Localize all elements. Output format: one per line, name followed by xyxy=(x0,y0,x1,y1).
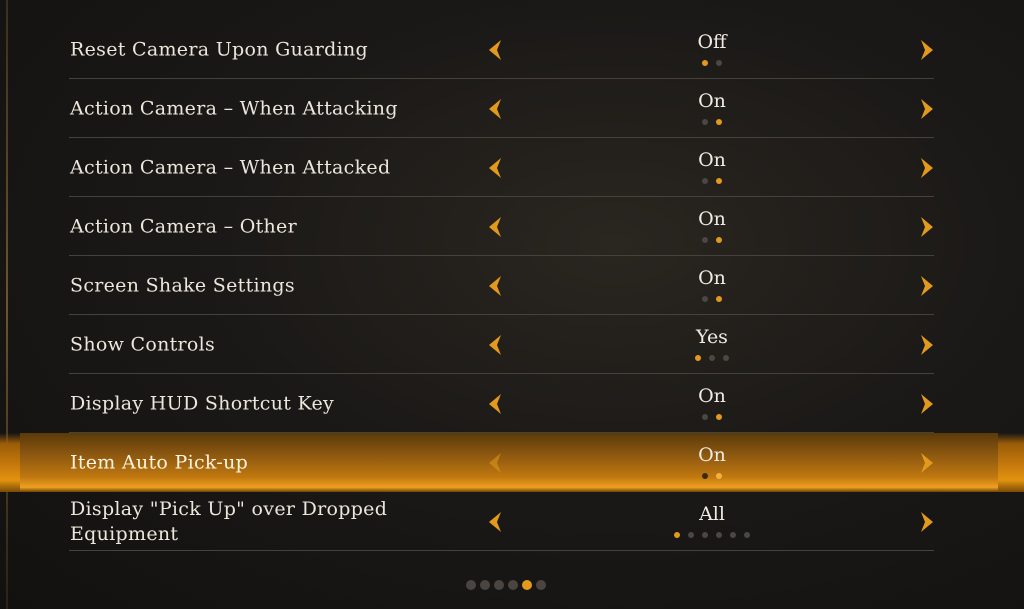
option-dots xyxy=(612,178,812,184)
setting-row[interactable]: Item Auto Pick-up On xyxy=(0,433,1024,492)
setting-value-selector: On xyxy=(612,443,812,479)
setting-row[interactable]: Action Camera – When Attacking On xyxy=(0,79,1024,138)
setting-value: Yes xyxy=(696,326,728,348)
option-dots xyxy=(612,60,812,66)
chevron-left-icon[interactable] xyxy=(486,38,506,62)
page-dot[interactable] xyxy=(466,580,476,590)
setting-value: On xyxy=(698,208,726,230)
page-indicator xyxy=(466,580,546,590)
setting-value: All xyxy=(699,503,725,525)
option-dot xyxy=(730,532,736,538)
chevron-right-icon[interactable] xyxy=(916,451,936,475)
setting-row[interactable]: Reset Camera Upon Guarding Off xyxy=(0,20,1024,79)
option-dot xyxy=(744,532,750,538)
setting-value-selector: Off xyxy=(612,30,812,66)
setting-label: Action Camera – When Attacking xyxy=(70,97,398,119)
page-dot[interactable] xyxy=(536,580,546,590)
option-dot xyxy=(716,473,722,479)
option-dots xyxy=(612,119,812,125)
option-dots xyxy=(612,414,812,420)
setting-label: Show Controls xyxy=(70,333,216,355)
option-dot xyxy=(702,237,708,243)
setting-value-selector: Yes xyxy=(612,325,812,361)
setting-label: Item Auto Pick-up xyxy=(70,451,249,473)
setting-label: Display "Pick Up" over Dropped Equipment xyxy=(70,497,388,545)
setting-value: On xyxy=(698,444,726,466)
chevron-right-icon[interactable] xyxy=(916,156,936,180)
option-dots xyxy=(612,532,812,538)
chevron-left-icon[interactable] xyxy=(486,333,506,357)
option-dot xyxy=(716,532,722,538)
setting-value-selector: On xyxy=(612,89,812,125)
option-dots xyxy=(612,355,812,361)
setting-label: Screen Shake Settings xyxy=(70,274,295,296)
chevron-right-icon[interactable] xyxy=(916,510,936,534)
option-dots xyxy=(612,296,812,302)
option-dot xyxy=(688,532,694,538)
setting-label: Action Camera – When Attacked xyxy=(70,156,391,178)
option-dot xyxy=(716,237,722,243)
chevron-right-icon[interactable] xyxy=(916,38,936,62)
setting-row[interactable]: Display "Pick Up" over Dropped Equipment… xyxy=(0,492,1024,551)
setting-row[interactable]: Display HUD Shortcut Key On xyxy=(0,374,1024,433)
option-dot xyxy=(702,532,708,538)
option-dot xyxy=(702,178,708,184)
option-dot xyxy=(702,296,708,302)
option-dot xyxy=(674,532,680,538)
option-dot xyxy=(709,355,715,361)
setting-row[interactable]: Screen Shake Settings On xyxy=(0,256,1024,315)
chevron-right-icon[interactable] xyxy=(916,392,936,416)
setting-row[interactable]: Action Camera – Other On xyxy=(0,197,1024,256)
chevron-right-icon[interactable] xyxy=(916,215,936,239)
chevron-left-icon[interactable] xyxy=(486,156,506,180)
option-dot xyxy=(716,296,722,302)
setting-row[interactable]: Show Controls Yes xyxy=(0,315,1024,374)
option-dot xyxy=(723,355,729,361)
chevron-left-icon[interactable] xyxy=(486,510,506,534)
page-dot[interactable] xyxy=(508,580,518,590)
option-dots xyxy=(612,473,812,479)
setting-label: Action Camera – Other xyxy=(70,215,297,237)
setting-value: On xyxy=(698,267,726,289)
setting-value-selector: On xyxy=(612,207,812,243)
option-dot xyxy=(702,414,708,420)
settings-list: Reset Camera Upon Guarding Off Action Came… xyxy=(0,20,1024,551)
chevron-right-icon[interactable] xyxy=(916,97,936,121)
option-dot xyxy=(702,473,708,479)
option-dot xyxy=(702,119,708,125)
option-dot xyxy=(716,414,722,420)
setting-row[interactable]: Action Camera – When Attacked On xyxy=(0,138,1024,197)
option-dots xyxy=(612,237,812,243)
setting-label: Display HUD Shortcut Key xyxy=(70,392,335,414)
chevron-left-icon[interactable] xyxy=(486,451,506,475)
option-dot xyxy=(716,178,722,184)
chevron-left-icon[interactable] xyxy=(486,215,506,239)
setting-value-selector: On xyxy=(612,384,812,420)
setting-value-selector: All xyxy=(612,502,812,538)
option-dot xyxy=(695,355,701,361)
page-dot[interactable] xyxy=(480,580,490,590)
setting-value: On xyxy=(698,385,726,407)
chevron-right-icon[interactable] xyxy=(916,333,936,357)
chevron-left-icon[interactable] xyxy=(486,274,506,298)
setting-value: On xyxy=(698,90,726,112)
setting-value: On xyxy=(698,149,726,171)
page-dot[interactable] xyxy=(522,580,532,590)
setting-value-selector: On xyxy=(612,266,812,302)
page-dot[interactable] xyxy=(494,580,504,590)
setting-label: Reset Camera Upon Guarding xyxy=(70,38,368,60)
setting-value-selector: On xyxy=(612,148,812,184)
chevron-right-icon[interactable] xyxy=(916,274,936,298)
chevron-left-icon[interactable] xyxy=(486,392,506,416)
row-divider xyxy=(69,550,934,551)
option-dot xyxy=(716,119,722,125)
chevron-left-icon[interactable] xyxy=(486,97,506,121)
option-dot xyxy=(702,60,708,66)
option-dot xyxy=(716,60,722,66)
setting-value: Off xyxy=(697,31,727,53)
